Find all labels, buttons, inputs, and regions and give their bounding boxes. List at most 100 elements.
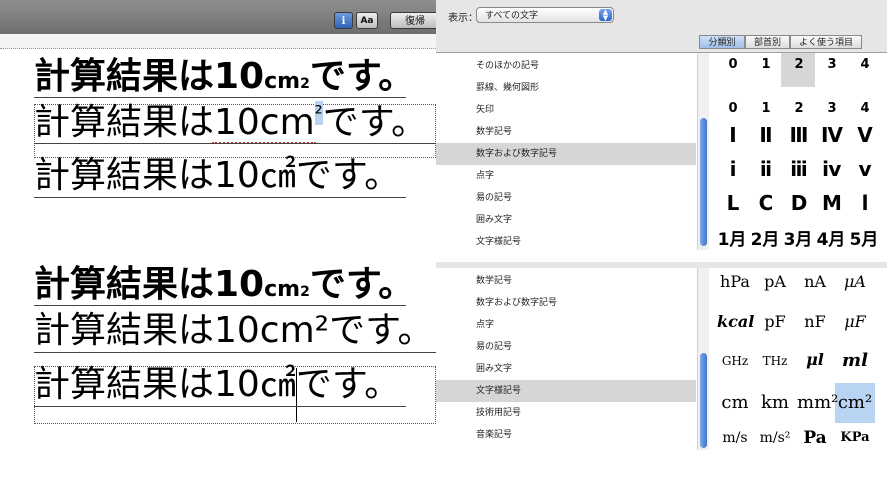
category-item[interactable]: 数字および数字記号	[436, 292, 696, 314]
glyph-cell[interactable]: GHz	[717, 354, 753, 368]
category-item[interactable]: 易の記号	[436, 336, 696, 358]
scroll-thumb[interactable]	[700, 353, 707, 448]
glyph-cell[interactable]: ml	[837, 350, 873, 371]
editor-line-2[interactable]: 計算結果は10cm²です。	[34, 310, 434, 352]
glyph-cell[interactable]: cm	[717, 392, 753, 413]
glyph-cell[interactable]: nF	[797, 312, 833, 331]
line-text: 計算結果は10	[34, 364, 260, 405]
line-suffix: です。	[322, 102, 428, 143]
line-rule	[34, 197, 406, 198]
glyph-cell[interactable]: Ⅴ	[847, 123, 883, 147]
category-item[interactable]: 囲み文字	[436, 358, 696, 380]
tab-favorites[interactable]: よく使う項目	[790, 35, 862, 49]
tab-by-category[interactable]: 分類別	[699, 35, 745, 49]
editor-line-3[interactable]: 計算結果は10㎠です。	[34, 155, 400, 197]
category-item[interactable]: 点字	[436, 165, 696, 187]
glyph-cell[interactable]: 0	[715, 57, 751, 72]
unit-subscript: 2	[300, 284, 310, 300]
tab-by-radical[interactable]: 部首別	[745, 35, 790, 49]
glyph-cell[interactable]: Ⅰ	[715, 123, 751, 147]
glyph-cell[interactable]: ⅳ	[814, 157, 850, 181]
unit-subscript: 2	[300, 76, 310, 92]
glyph-cell[interactable]: Ⅼ	[715, 191, 751, 215]
line-rule	[34, 143, 436, 144]
scroll-thumb[interactable]	[700, 118, 707, 246]
glyph-cell[interactable]: km	[757, 392, 793, 413]
glyph-grid: 0 1 2 3 4 0 1 2 3 4 Ⅰ Ⅱ Ⅲ Ⅳ Ⅴ ⅰ ⅱ ⅲ ⅳ ⅴ …	[713, 53, 887, 253]
glyph-cell[interactable]: 4	[847, 57, 883, 72]
category-scrollbar[interactable]	[697, 268, 709, 450]
glyph-cell[interactable]: 2	[781, 57, 817, 72]
restore-button[interactable]: 復帰	[390, 12, 440, 29]
line-text: 計算結果は10cm	[34, 102, 315, 143]
glyph-cell[interactable]: ⅲ	[781, 157, 817, 181]
glyph-cell[interactable]: nA	[797, 272, 833, 291]
glyph-cell[interactable]: 2	[781, 101, 817, 116]
glyph-cell[interactable]: 3	[814, 57, 850, 72]
glyph-cell[interactable]: mm²	[797, 392, 838, 413]
glyph-cell[interactable]: ⅰ	[715, 157, 751, 181]
glyph-cell[interactable]: pA	[757, 272, 793, 291]
category-item[interactable]: 易の記号	[436, 187, 696, 209]
line-text: 計算結果は10	[34, 56, 265, 97]
line-suffix: です。	[295, 155, 401, 196]
glyph-cell[interactable]: 4	[847, 101, 883, 116]
category-item-selected[interactable]: 文字様記号	[436, 380, 696, 402]
glyph-cell[interactable]: kcal	[717, 312, 754, 331]
glyph-cell[interactable]: KPa	[837, 430, 873, 445]
glyph-cell[interactable]: hPa	[717, 272, 753, 291]
line-text: 計算結果は10	[34, 264, 265, 305]
glyph-cell[interactable]: Ⅱ	[748, 123, 784, 147]
category-item[interactable]: 点字	[436, 314, 696, 336]
glyph-cell[interactable]: 0	[715, 101, 751, 116]
glyph-cell[interactable]: THz	[757, 354, 793, 368]
category-scrollbar[interactable]	[697, 53, 709, 250]
category-item-selected[interactable]: 数字および数字記号	[436, 143, 696, 165]
info-button[interactable]: i	[334, 12, 353, 29]
editor-ruler	[0, 34, 436, 49]
glyph-cell[interactable]: Ⅽ	[748, 191, 784, 215]
category-item[interactable]: 音楽記号	[436, 424, 696, 446]
category-list: 数学記号 数字および数字記号 点字 易の記号 囲み文字 文字様記号 技術用記号 …	[436, 268, 696, 450]
line-suffix: です。	[309, 56, 415, 97]
line-rule	[34, 406, 406, 407]
glyph-cell[interactable]: μF	[837, 312, 873, 331]
glyph-cell[interactable]: m/s²	[757, 430, 793, 446]
category-item[interactable]: 囲み文字	[436, 209, 696, 231]
glyph-cell[interactable]: Ⅾ	[781, 191, 817, 215]
show-select[interactable]: すべての文字 ▲ ▼	[476, 7, 614, 23]
glyph-cell[interactable]: pF	[757, 312, 793, 331]
glyph-cell[interactable]: 5月	[845, 225, 883, 250]
glyph-cell-selected[interactable]: cm²	[837, 392, 873, 413]
glyph-cell[interactable]: Ⅲ	[781, 123, 817, 147]
category-item[interactable]: 罫線、幾何図形	[436, 77, 696, 99]
show-select-value: すべての文字	[485, 11, 539, 21]
category-item[interactable]: 技術用記号	[436, 402, 696, 424]
selected-superscript[interactable]: ²	[314, 101, 323, 125]
font-panel-button[interactable]: Aa	[356, 12, 378, 29]
category-list: そのほかの記号 罫線、幾何図形 矢印 数学記号 数字および数字記号 点字 易の記…	[436, 53, 696, 253]
unit-glyph: ㎠	[259, 155, 296, 196]
glyph-cell[interactable]: 1	[748, 57, 784, 72]
category-item[interactable]: そのほかの記号	[436, 55, 696, 77]
glyph-cell[interactable]: m/s	[717, 430, 753, 446]
glyph-cell[interactable]: 3	[814, 101, 850, 116]
category-item[interactable]: 文字様記号	[436, 231, 696, 253]
glyph-grid: hPa pA nA μA kcal pF nF μF GHz THz μl ml…	[713, 268, 887, 450]
glyph-cell[interactable]: Ⅿ	[814, 191, 850, 215]
glyph-cell[interactable]: 1	[748, 101, 784, 116]
glyph-cell[interactable]: Ⅳ	[814, 123, 850, 147]
editor-line-3[interactable]: 計算結果は10㎠です。	[34, 364, 400, 406]
line-rule	[34, 352, 436, 353]
glyph-cell[interactable]: ⅴ	[847, 157, 883, 181]
glyph-cell[interactable]: Pa	[797, 428, 833, 448]
unit-text: cm	[264, 69, 301, 94]
category-item[interactable]: 数学記号	[436, 121, 696, 143]
glyph-cell[interactable]: μA	[837, 272, 873, 291]
category-item[interactable]: 矢印	[436, 99, 696, 121]
glyph-cell[interactable]: ⅼ	[847, 191, 883, 215]
select-arrows-icon: ▲ ▼	[599, 9, 612, 22]
glyph-cell[interactable]: ⅱ	[748, 157, 784, 181]
category-item[interactable]: 数学記号	[436, 270, 696, 292]
glyph-cell[interactable]: μl	[797, 350, 833, 369]
